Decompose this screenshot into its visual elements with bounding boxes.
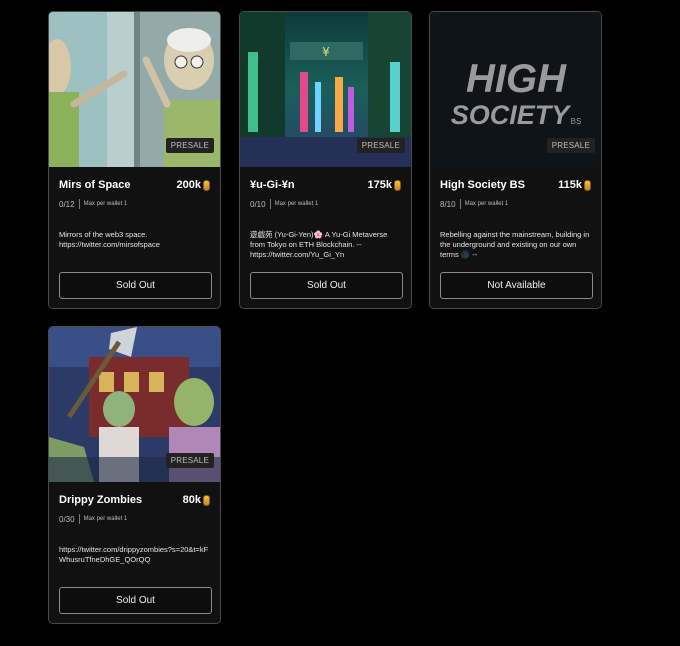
svg-text:¥: ¥ xyxy=(322,45,330,59)
coin-icon xyxy=(584,179,591,191)
divider xyxy=(459,199,461,209)
presale-badge: PRESALE xyxy=(356,138,405,153)
logo-text: BS xyxy=(571,117,582,126)
sold-out-button[interactable]: Sold Out xyxy=(59,587,212,614)
nft-card-drippy-zombies[interactable]: PRESALE Drippy Zombies 80k 0/30 Max per … xyxy=(48,326,221,624)
sold-out-button[interactable]: Sold Out xyxy=(59,272,212,299)
nft-card-high-society-bs[interactable]: HIGH SOCIETY BS PRESALE High Society BS … xyxy=(429,11,602,309)
logo-text: HIGH xyxy=(466,57,567,101)
mint-meta: 0/30 Max per wallet 1 xyxy=(59,514,127,524)
coin-icon xyxy=(203,494,210,506)
collection-name: Drippy Zombies xyxy=(59,494,143,506)
max-per-wallet: Max per wallet 1 xyxy=(83,201,128,207)
mint-count: 0/30 xyxy=(59,514,75,524)
card-image[interactable]: PRESALE xyxy=(49,12,220,167)
presale-badge: PRESALE xyxy=(165,453,214,468)
mint-meta: 8/10 Max per wallet 1 xyxy=(440,199,508,209)
mint-count: 0/10 xyxy=(250,199,266,209)
sold-out-button[interactable]: Sold Out xyxy=(250,272,403,299)
price-value: 200k xyxy=(176,179,201,191)
coin-icon xyxy=(203,179,210,191)
nft-card-mirs-of-space[interactable]: PRESALE Mirs of Space 200k 0/12 Max per … xyxy=(48,11,221,309)
price-value: 80k xyxy=(182,494,201,506)
collection-description: Mirrors of the web3 space. https://twitt… xyxy=(59,230,160,249)
mint-meta: 0/12 Max per wallet 1 xyxy=(59,199,127,209)
collection-name: High Society BS xyxy=(440,179,525,191)
mint-count: 8/10 xyxy=(440,199,456,209)
price: 80k xyxy=(183,494,210,506)
logo-text: SOCIETY xyxy=(451,100,573,130)
nft-card-yu-gi-yn[interactable]: ¥ PRESALE ¥u-Gi-¥n 175k 0/10 Max per wal… xyxy=(239,11,412,309)
price-value: 175k xyxy=(367,179,392,191)
presale-badge: PRESALE xyxy=(546,138,595,153)
collection-description: 遊戯苑 (Yu-Gi-Yen)🌸 A Yu-Gi Metaverse from … xyxy=(250,230,388,259)
card-image[interactable]: ¥ PRESALE xyxy=(240,12,411,167)
price-value: 115k xyxy=(558,179,582,191)
max-per-wallet: Max per wallet 1 xyxy=(83,516,128,522)
price: 200k xyxy=(177,179,210,191)
collection-description: Rebelling against the mainstream, buildi… xyxy=(440,230,590,259)
divider xyxy=(78,199,80,209)
max-per-wallet: Max per wallet 1 xyxy=(464,201,509,207)
collection-description: https://twitter.com/drippyzombies?s=20&t… xyxy=(59,545,209,564)
price: 115k xyxy=(558,179,591,191)
collection-name: ¥u-Gi-¥n xyxy=(250,179,295,191)
presale-badge: PRESALE xyxy=(165,138,214,153)
collection-name: Mirs of Space xyxy=(59,179,131,191)
divider xyxy=(269,199,271,209)
max-per-wallet: Max per wallet 1 xyxy=(274,201,319,207)
divider xyxy=(78,514,80,524)
not-available-button[interactable]: Not Available xyxy=(440,272,593,299)
mint-count: 0/12 xyxy=(59,199,75,209)
card-image[interactable]: PRESALE xyxy=(49,327,220,482)
card-image[interactable]: HIGH SOCIETY BS PRESALE xyxy=(430,12,601,167)
coin-icon xyxy=(394,179,401,191)
price: 175k xyxy=(368,179,401,191)
mint-meta: 0/10 Max per wallet 1 xyxy=(250,199,318,209)
